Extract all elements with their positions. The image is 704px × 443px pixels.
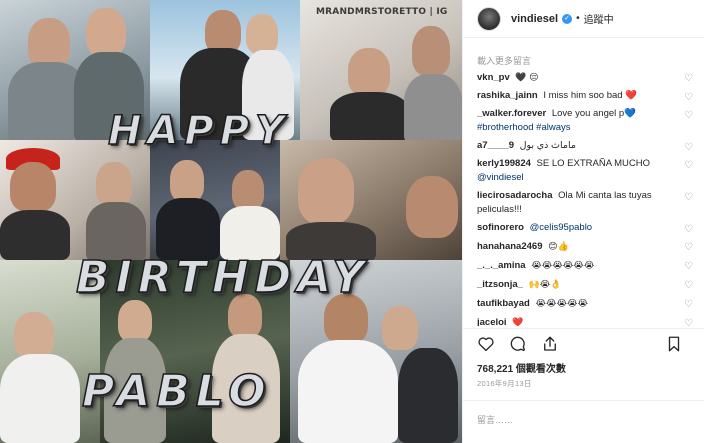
comment-text: 😭😭😭😭😭 xyxy=(535,298,589,308)
comment-item: hanahana2469 😊👍 ♡ xyxy=(463,239,704,254)
comment-username[interactable]: rashika_jainn xyxy=(477,90,538,101)
comment-username[interactable]: kerly199824 xyxy=(477,158,531,169)
comment-hashtags[interactable]: #brotherhood #always xyxy=(477,122,570,133)
comment-like-icon[interactable]: ♡ xyxy=(684,317,693,326)
comment-like-icon[interactable]: ♡ xyxy=(684,141,693,155)
comment-like-icon[interactable]: ♡ xyxy=(684,260,693,274)
photo-tile xyxy=(0,140,150,260)
comment-item: liecirosadarocha Ola Mi canta las tuyas … xyxy=(463,189,704,217)
like-button[interactable] xyxy=(475,333,497,355)
photo-tile xyxy=(300,0,462,140)
share-button[interactable] xyxy=(539,333,561,355)
comment-input[interactable]: 留言…… xyxy=(463,400,704,443)
comment-like-icon[interactable]: ♡ xyxy=(684,72,693,86)
comment-like-icon[interactable]: ♡ xyxy=(684,109,693,123)
comment-text: Love you angel p💙 xyxy=(551,108,637,119)
view-count[interactable]: 768,221 個觀看次數 xyxy=(477,360,566,375)
comment-item: a7____9 ماماث ذي بول ♡ xyxy=(463,139,704,153)
comment-like-icon[interactable]: ♡ xyxy=(684,298,693,312)
comment-text: ❤️ xyxy=(512,317,524,326)
comment-text: ماماث ذي بول xyxy=(519,140,576,151)
image-watermark: MRANDMRSTORETTO | IG xyxy=(316,7,448,17)
comment-mention[interactable]: @celis95pablo xyxy=(530,222,592,233)
comment-item: jaceloi ❤️ ♡ xyxy=(463,315,704,326)
post-image[interactable]: MRANDMRSTORETTO | IG HAPPY BIRTHDAY PABL… xyxy=(0,0,462,443)
comment-username[interactable]: a7____9 xyxy=(477,140,514,151)
comment-username[interactable]: taufikbayad xyxy=(477,298,530,309)
comment-username[interactable]: sofinorero xyxy=(477,222,524,233)
comment-icon xyxy=(510,336,526,351)
comment-item: _itzsonja_ 🙌😭👌 ♡ xyxy=(463,277,704,292)
photo-tile xyxy=(150,140,280,260)
comment-like-icon[interactable]: ♡ xyxy=(684,159,693,173)
comment-item: vkn_pv 🖤 😔 ♡ xyxy=(463,70,704,85)
image-text-pablo: PABLO xyxy=(81,365,272,418)
post-sidebar: vindiesel ✓ • 追蹤中 載入更多留言 vkn_pv 🖤 😔 ♡ ra… xyxy=(462,0,704,443)
following-button[interactable]: 追蹤中 xyxy=(584,11,614,26)
comment-item: rashika_jainn I miss him soo bad ❤️ ♡ xyxy=(463,89,704,103)
post-actions-bar xyxy=(463,328,704,358)
avatar[interactable] xyxy=(477,6,501,31)
heart-icon xyxy=(478,336,494,351)
comment-button[interactable] xyxy=(507,333,529,355)
photo-tile xyxy=(280,140,462,260)
bookmark-icon xyxy=(668,336,680,352)
comment-like-icon[interactable]: ♡ xyxy=(684,191,693,205)
comment-item: _walker.forever Love you angel p💙 #broth… xyxy=(463,107,704,135)
comment-username[interactable]: _walker.forever xyxy=(477,108,546,119)
comments-list[interactable]: 載入更多留言 vkn_pv 🖤 😔 ♡ rashika_jainn I miss… xyxy=(463,52,704,326)
comment-username[interactable]: hanahana2469 xyxy=(477,241,542,252)
image-text-happy: HAPPY xyxy=(107,107,291,155)
comment-item: sofinorero @celis95pablo ♡ xyxy=(463,221,704,235)
comment-like-icon[interactable]: ♡ xyxy=(684,223,693,237)
comment-item: taufikbayad 😭😭😭😭😭 ♡ xyxy=(463,296,704,311)
comment-text: 😭😭😭😭😭😭 xyxy=(531,260,595,270)
comment-text: 🙌😭👌 xyxy=(528,279,562,289)
comment-text: I miss him soo bad ❤️ xyxy=(543,90,638,101)
comment-item: kerly199824 SE LO EXTRAÑA MUCHO @vindies… xyxy=(463,157,704,185)
comment-username[interactable]: _._._amina xyxy=(477,260,526,271)
comment-username[interactable]: liecirosadarocha xyxy=(477,190,553,201)
comment-like-icon[interactable]: ♡ xyxy=(684,241,693,255)
comment-mention[interactable]: @vindiesel xyxy=(477,172,524,183)
comment-item: _._._amina 😭😭😭😭😭😭 ♡ xyxy=(463,258,704,273)
comment-like-icon[interactable]: ♡ xyxy=(684,91,693,105)
separator-dot: • xyxy=(576,13,580,24)
load-more-comments[interactable]: 載入更多留言 xyxy=(463,52,704,70)
verified-check-icon: ✓ xyxy=(562,13,573,24)
comment-like-icon[interactable]: ♡ xyxy=(684,279,693,293)
comment-username[interactable]: _itzsonja_ xyxy=(477,279,523,290)
share-icon xyxy=(544,336,556,351)
post-header: vindiesel ✓ • 追蹤中 xyxy=(463,0,704,38)
image-text-birthday: BIRTHDAY xyxy=(75,251,371,304)
comment-text: 🖤 😔 xyxy=(515,72,539,82)
comment-text: SE LO EXTRAÑA MUCHO xyxy=(536,158,651,169)
save-button[interactable] xyxy=(663,333,685,355)
comment-username[interactable]: vkn_pv xyxy=(477,72,510,83)
username-link[interactable]: vindiesel xyxy=(511,13,558,25)
comment-username[interactable]: jaceloi xyxy=(477,317,507,326)
post-date[interactable]: 2016年9月13日 xyxy=(477,378,532,389)
comment-text: 😊👍 xyxy=(548,241,569,251)
